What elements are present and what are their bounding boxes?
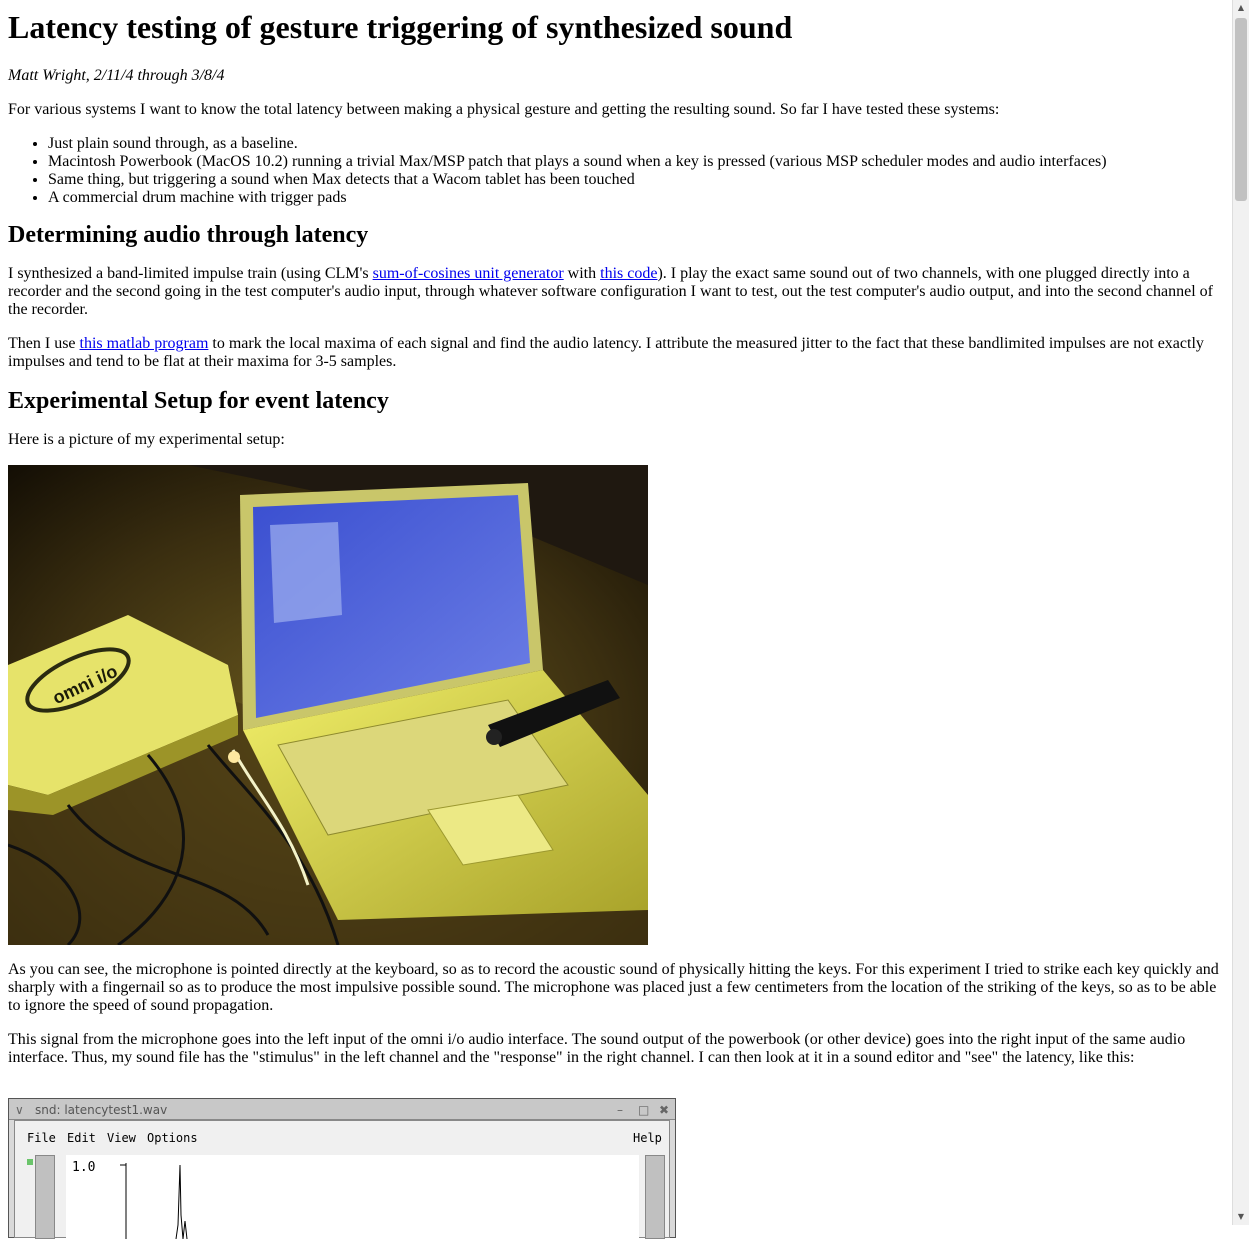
- scroll-down-icon[interactable]: ▼: [1233, 1209, 1249, 1225]
- page-title: Latency testing of gesture triggering of…: [8, 9, 793, 45]
- list-item: A commercial drum machine with trigger p…: [48, 189, 1224, 207]
- microphone-paragraph: As you can see, the microphone is pointe…: [8, 961, 1219, 1014]
- menu-edit[interactable]: Edit: [67, 1129, 96, 1147]
- list-item: Just plain sound through, as a baseline.: [48, 135, 1224, 153]
- menu-options[interactable]: Options: [147, 1129, 198, 1147]
- signal-paragraph: This signal from the microphone goes int…: [8, 1031, 1186, 1066]
- author-line: Matt Wright, 2/11/4 through 3/8/4: [8, 67, 225, 84]
- snd-body: File Edit View Options Help 1.0: [14, 1120, 670, 1239]
- led-light: [228, 751, 240, 763]
- close-icon[interactable]: ✖: [659, 1101, 669, 1119]
- menu-help[interactable]: Help: [633, 1129, 662, 1147]
- waveform-plot: [120, 1163, 188, 1239]
- snd-menubar: File Edit View Options Help: [15, 1121, 669, 1151]
- setup-heading: Experimental Setup for event latency: [8, 388, 389, 414]
- menu-file[interactable]: File: [27, 1129, 56, 1147]
- audio-latency-heading: Determining audio through latency: [8, 222, 369, 248]
- snd-window-title: snd: latencytest1.wav: [35, 1103, 168, 1117]
- snd-left-slider[interactable]: [35, 1155, 55, 1239]
- menu-view[interactable]: View: [107, 1129, 136, 1147]
- list-item: Macintosh Powerbook (MacOS 10.2) running…: [48, 153, 1224, 171]
- text-span: Then I use: [8, 335, 80, 352]
- snd-green-indicator: [27, 1159, 33, 1165]
- setup-photo: omni i/o: [8, 465, 648, 945]
- snd-right-slider[interactable]: [645, 1155, 665, 1239]
- page-content: Latency testing of gesture triggering of…: [8, 0, 1224, 1067]
- synth-paragraph: I synthesized a band-limited impulse tra…: [8, 265, 1224, 319]
- sum-of-cosines-link[interactable]: sum-of-cosines unit generator: [373, 265, 564, 282]
- matlab-paragraph: Then I use this matlab program to mark t…: [8, 335, 1224, 371]
- text-span: I synthesized a band-limited impulse tra…: [8, 265, 373, 282]
- chevron-down-icon[interactable]: ∨: [15, 1101, 24, 1119]
- maximize-icon[interactable]: □: [638, 1101, 649, 1119]
- list-item: Same thing, but triggering a sound when …: [48, 171, 1224, 189]
- systems-list: Just plain sound through, as a baseline.…: [8, 135, 1224, 207]
- matlab-program-link[interactable]: this matlab program: [80, 335, 209, 352]
- text-span: with: [563, 265, 601, 282]
- vertical-scrollbar[interactable]: ▲ ▼: [1232, 0, 1249, 1225]
- minimize-icon[interactable]: –: [617, 1101, 623, 1119]
- scroll-thumb[interactable]: [1235, 18, 1247, 201]
- snd-titlebar: ∨ snd: latencytest1.wav – □ ✖: [9, 1099, 675, 1120]
- snd-window: ∨ snd: latencytest1.wav – □ ✖ File Edit …: [8, 1098, 676, 1239]
- this-code-link[interactable]: this code: [600, 265, 657, 282]
- picture-intro: Here is a picture of my experimental set…: [8, 431, 285, 448]
- snd-waveform-graph[interactable]: 1.0: [66, 1155, 639, 1239]
- scroll-up-icon[interactable]: ▲: [1233, 0, 1249, 16]
- intro-paragraph: For various systems I want to know the t…: [8, 101, 1000, 118]
